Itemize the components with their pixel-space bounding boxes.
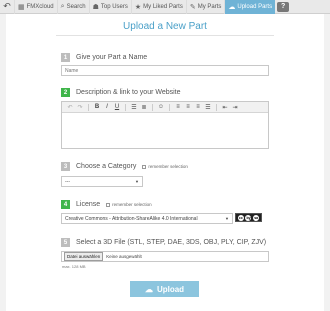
description-editor[interactable]: ↶ ↷ B I U ☰ ≣ ☺ ≡ ≡ ≡ ☰ ⇤ ⇥ (61, 101, 269, 149)
page-gutter-left (0, 14, 6, 311)
outdent-icon[interactable]: ⇤ (220, 103, 230, 112)
cc-icon: cc (237, 214, 244, 221)
bullet-list-icon[interactable]: ☰ (129, 103, 139, 112)
toolbar-divider (125, 103, 126, 111)
category-selected-value: --- (65, 178, 70, 185)
upload-label: Upload (156, 284, 185, 294)
toolbar-divider (216, 103, 217, 111)
step-5-header: 5 Select a 3D File (STL, STEP, DAE, 3DS,… (61, 238, 266, 247)
indent-icon[interactable]: ⇥ (230, 103, 240, 112)
step-label: License (76, 201, 101, 208)
step-4-header: 4 License remember selection (61, 200, 152, 209)
back-arrow-icon[interactable]: ↶ (0, 0, 14, 14)
step-3-header: 3 Choose a Category remember selection (61, 162, 188, 171)
step-number: 2 (61, 88, 70, 97)
step-label: Select a 3D File (STL, STEP, DAE, 3DS, O… (76, 239, 267, 246)
cloud-upload-icon: ☁ (144, 284, 153, 294)
page-gutter-right (324, 14, 330, 311)
search-icon: ⌕ (60, 2, 65, 10)
nav-item-my-parts[interactable]: ✎ My Parts (185, 0, 225, 14)
align-left-icon[interactable]: ≡ (173, 103, 183, 112)
toolbar-divider (169, 103, 170, 111)
toolbar-divider (88, 103, 89, 111)
star-icon: ★ (134, 3, 142, 11)
toolbar-divider (152, 103, 153, 111)
chevron-down-icon: ▼ (135, 179, 139, 184)
align-right-icon[interactable]: ≡ (193, 103, 203, 112)
emoji-icon[interactable]: ☺ (156, 103, 166, 112)
align-center-icon[interactable]: ≡ (183, 103, 193, 112)
step-2-header: 2 Description & link to your Website (61, 88, 181, 97)
step-label: Choose a Category (76, 163, 137, 170)
cloud-upload-icon: ☁ (228, 3, 236, 11)
choose-file-button[interactable]: Datei auswählen (64, 252, 104, 261)
part-name-input[interactable]: Name (61, 65, 269, 76)
step-1-header: 1 Give your Part a Name (61, 53, 147, 62)
nav-item-my-liked-parts[interactable]: ★ My Liked Parts (130, 0, 186, 14)
creative-commons-badge: cc by sa (235, 213, 262, 222)
underline-icon[interactable]: U (112, 103, 122, 112)
nav-item-upload-parts[interactable]: ☁ Upload Parts (224, 0, 276, 14)
max-file-size: max. 128 MB (62, 264, 86, 269)
nav-item-search[interactable]: ⌕ Search (56, 0, 89, 14)
numbered-list-icon[interactable]: ≣ (139, 103, 149, 112)
nav-item-fmxcloud[interactable]: ▦ FMXcloud (14, 0, 57, 14)
step-number: 5 (61, 238, 70, 247)
undo-icon[interactable]: ↶ (65, 103, 75, 112)
part-name-placeholder: Name (65, 67, 79, 74)
nav-item-top-users[interactable]: ☗ Top Users (88, 0, 131, 14)
checkbox-box[interactable] (142, 164, 147, 169)
parts-icon: ✎ (189, 3, 196, 11)
license-selected-value: Creative Commons - Attribution-ShareAlik… (65, 215, 198, 222)
category-select[interactable]: --- ▼ (61, 176, 143, 187)
bold-icon[interactable]: B (92, 103, 102, 112)
license-select[interactable]: Creative Commons - Attribution-ShareAlik… (61, 213, 233, 224)
checkbox-box[interactable] (106, 202, 111, 207)
step-label: Description & link to your Website (76, 89, 181, 96)
upload-button[interactable]: ☁ Upload (130, 281, 199, 297)
file-input[interactable]: Datei auswählen Keine ausgewählt (61, 251, 269, 262)
step-label: Give your Part a Name (76, 54, 148, 61)
users-icon: ☗ (92, 3, 99, 11)
grid-icon: ▦ (18, 3, 25, 11)
step-number: 4 (61, 200, 70, 209)
title-divider (56, 35, 274, 36)
by-icon: by (245, 214, 252, 221)
chevron-down-icon: ▼ (225, 216, 229, 221)
remember-license-checkbox[interactable]: remember selection (106, 202, 152, 207)
page-title: Upload a New Part (123, 21, 207, 32)
step-number: 3 (61, 162, 70, 171)
italic-icon[interactable]: I (102, 103, 112, 112)
editor-toolbar: ↶ ↷ B I U ☰ ≣ ☺ ≡ ≡ ≡ ☰ ⇤ ⇥ (62, 102, 268, 113)
redo-icon[interactable]: ↷ (75, 103, 85, 112)
step-number: 1 (61, 53, 70, 62)
align-justify-icon[interactable]: ☰ (203, 103, 213, 112)
help-button[interactable]: ? (277, 1, 290, 12)
remember-category-checkbox[interactable]: remember selection (142, 164, 188, 169)
file-status-text: Keine ausgewählt (106, 254, 142, 259)
sa-icon: sa (253, 214, 260, 221)
top-navigation: ↶ ▦ FMXcloud ⌕ Search ☗ Top Users ★ My Liked… (0, 0, 330, 14)
